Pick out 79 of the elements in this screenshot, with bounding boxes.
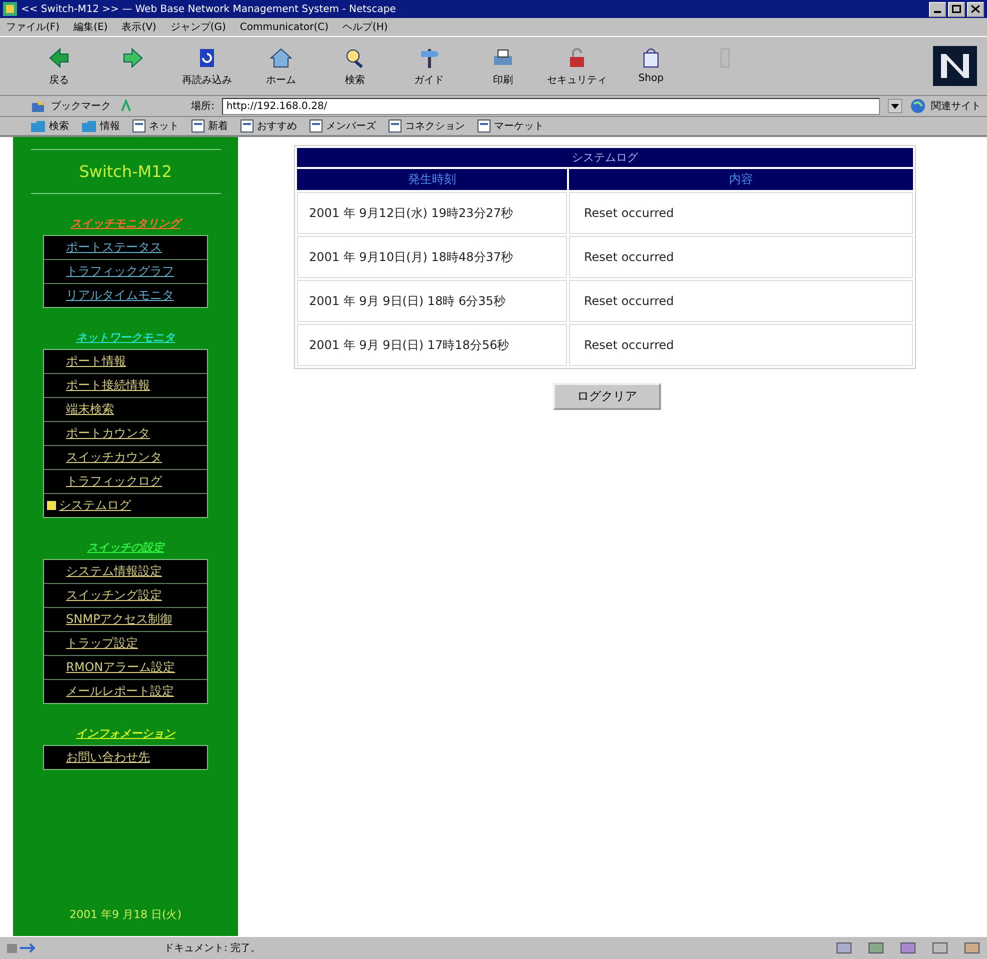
column-header: 内容 xyxy=(569,169,913,190)
section-heading: ネットワークモニタ xyxy=(76,330,175,345)
nav-link[interactable]: リアルタイムモニタ xyxy=(44,284,207,307)
menu-item[interactable]: 編集(E) xyxy=(74,20,108,34)
current-marker-icon xyxy=(47,501,56,510)
toolbar-button[interactable]: ガイド xyxy=(400,45,458,87)
nav-link[interactable]: トラフィックグラフ xyxy=(44,260,207,284)
toolbar-button[interactable]: 検索 xyxy=(326,45,384,87)
bookmarks-button[interactable]: ブックマーク xyxy=(30,99,111,113)
related-sites-button[interactable]: 関連サイト xyxy=(910,98,981,114)
bookmark-link[interactable]: コネクション xyxy=(388,119,465,133)
section-heading: インフォメーション xyxy=(76,726,175,741)
date-text: 2001 年9 月18 日(火) xyxy=(69,907,182,922)
folder-icon xyxy=(81,119,97,133)
menu-item[interactable]: ヘルプ(H) xyxy=(342,20,388,34)
window-title: << Switch-M12 >> — Web Base Network Management System - Netscape xyxy=(21,4,397,14)
status-text: ドキュメント: 完了。 xyxy=(164,942,262,955)
bookmark-link[interactable]: ネット xyxy=(132,119,179,133)
bookmark-icon xyxy=(30,99,48,113)
toolbar-button[interactable]: Shop xyxy=(622,45,680,87)
section-heading: スイッチの設定 xyxy=(87,540,164,555)
table-cell: 2001 年 9月 9日(日) 17時18分56秒 xyxy=(297,324,567,366)
bookmark-link[interactable]: 新着 xyxy=(191,119,228,133)
dropdown-icon xyxy=(888,99,902,113)
toolbar-button[interactable]: セキュリティ xyxy=(548,45,606,87)
bookmark-link[interactable]: 検索 xyxy=(30,119,69,133)
table-cell: Reset occurred xyxy=(569,192,913,234)
menu-item[interactable]: Communicator(C) xyxy=(240,22,329,32)
toolbar-button[interactable]: 戻る xyxy=(30,45,88,87)
toolbar-button[interactable]: ホーム xyxy=(252,45,310,87)
nav-link[interactable]: SNMPアクセス制御 xyxy=(44,608,207,632)
nav-link[interactable]: トラフィックログ xyxy=(44,470,207,494)
maximize-icon xyxy=(952,5,961,13)
folder-icon xyxy=(30,119,46,133)
table-cell: Reset occurred xyxy=(569,280,913,322)
netscape-logo xyxy=(933,46,977,86)
table-cell: 2001 年 9月 9日(日) 18時 6分35秒 xyxy=(297,280,567,322)
table-cell: 2001 年 9月10日(月) 18時48分37秒 xyxy=(297,236,567,278)
page-icon xyxy=(309,119,323,133)
close-icon xyxy=(971,5,980,13)
page-icon xyxy=(388,119,402,133)
column-header: 発生時刻 xyxy=(297,169,567,190)
nav-link[interactable]: システムログ xyxy=(44,494,207,517)
section-heading: スイッチモニタリング xyxy=(70,216,180,231)
table-cell: Reset occurred xyxy=(569,236,913,278)
nav-link[interactable]: ポートカウンタ xyxy=(44,422,207,446)
table-cell: Reset occurred xyxy=(569,324,913,366)
nav-link[interactable]: ポートステータス xyxy=(44,236,207,260)
close-button[interactable] xyxy=(967,2,984,16)
bookmark-link[interactable]: 情報 xyxy=(81,119,120,133)
globe-icon xyxy=(910,98,928,114)
nav-link[interactable]: ポート情報 xyxy=(44,350,207,374)
page-proxy-icon xyxy=(119,99,133,113)
bookmark-link[interactable]: マーケット xyxy=(477,119,544,133)
app-icon xyxy=(3,2,17,16)
location-label: 場所: xyxy=(191,100,214,113)
clear-log-button[interactable]: ログクリア xyxy=(553,383,661,410)
connection-icon xyxy=(6,941,36,955)
nav-link[interactable]: スイッチカウンタ xyxy=(44,446,207,470)
url-field[interactable]: http://192.168.0.28/ xyxy=(222,98,880,114)
toolbar-button[interactable]: 再読み込み xyxy=(178,45,236,87)
minimize-icon xyxy=(934,10,941,12)
site-title: Switch-M12 xyxy=(79,161,172,183)
nav-link[interactable]: ポート接続情報 xyxy=(44,374,207,398)
page-icon xyxy=(477,119,491,133)
nav-link[interactable]: 端末検索 xyxy=(44,398,207,422)
bookmark-link[interactable]: メンバーズ xyxy=(309,119,376,133)
page-icon xyxy=(132,119,146,133)
menu-item[interactable]: 表示(V) xyxy=(122,20,156,34)
menu-item[interactable]: ファイル(F) xyxy=(6,20,60,34)
page-icon xyxy=(191,119,205,133)
bookmark-link[interactable]: おすすめ xyxy=(240,119,297,133)
menu-item[interactable]: ジャンプ(G) xyxy=(170,20,226,34)
minimize-button[interactable] xyxy=(929,2,946,16)
toolbar-button[interactable]: 印刷 xyxy=(474,45,532,87)
page-icon xyxy=(240,119,254,133)
table-cell: 2001 年 9月12日(水) 19時23分27秒 xyxy=(297,192,567,234)
maximize-button[interactable] xyxy=(948,2,965,16)
table-title: システムログ xyxy=(297,148,913,167)
